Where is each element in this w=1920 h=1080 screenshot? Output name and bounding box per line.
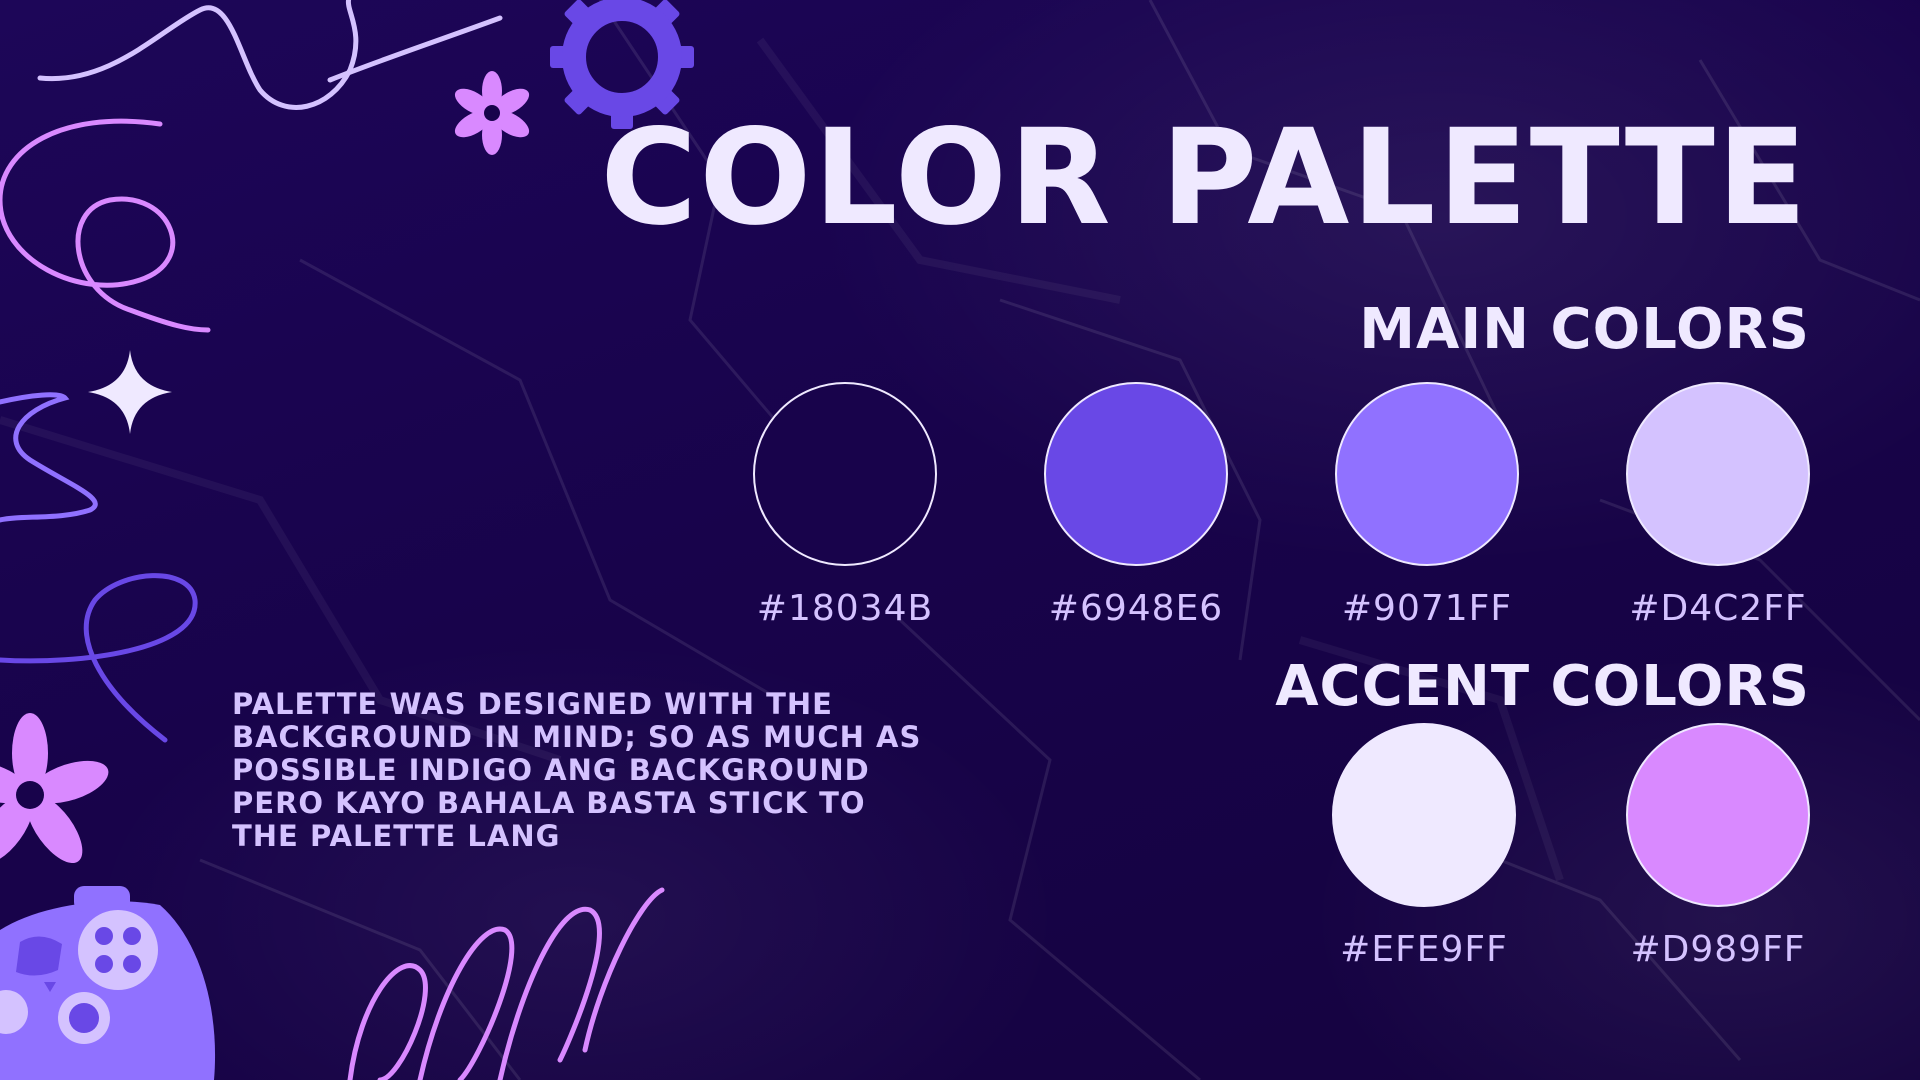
- swatch-hex-code: #6948E6: [1048, 588, 1224, 629]
- flower-icon: [454, 71, 530, 155]
- color-swatch: #D4C2FF: [1626, 382, 1810, 629]
- spiral-scribble-icon: [0, 118, 211, 333]
- color-swatch: #9071FF: [1335, 382, 1519, 629]
- color-swatch: #EFE9FF: [1332, 723, 1516, 970]
- swatch-hex-code: #D989FF: [1630, 929, 1806, 970]
- flower-icon: [0, 713, 109, 864]
- accent-colors-swatches: #EFE9FF #D989FF: [1332, 723, 1810, 970]
- squiggle-line-icon: [37, 0, 359, 110]
- sparkle-icon: [88, 350, 172, 434]
- swatch-hex-code: #EFE9FF: [1340, 929, 1508, 970]
- main-colors-heading: MAIN COLORS: [1359, 297, 1810, 362]
- main-colors-swatches: #18034B #6948E6 #9071FF #D4C2FF: [753, 382, 1810, 629]
- swatch-circle: [1044, 382, 1228, 566]
- swatch-circle: [1335, 382, 1519, 566]
- page-title: COLOR PALETTE: [600, 101, 1809, 255]
- swatch-hex-code: #D4C2FF: [1629, 588, 1807, 629]
- swatch-circle: [1626, 382, 1810, 566]
- swatch-hex-code: #9071FF: [1341, 588, 1513, 629]
- color-swatch: #6948E6: [1044, 382, 1228, 629]
- color-swatch: #18034B: [753, 382, 937, 629]
- spiral-scribble-icon: [347, 887, 665, 1080]
- palette-note: PALETTE WAS DESIGNED WITH THE BACKGROUND…: [232, 687, 922, 853]
- game-controller-icon: [0, 886, 216, 1080]
- squiggle-line-icon: [0, 392, 98, 523]
- color-swatch: #D989FF: [1626, 723, 1810, 970]
- swatch-circle: [1626, 723, 1810, 907]
- swatch-circle: [753, 382, 937, 566]
- swatch-circle: [1332, 723, 1516, 907]
- accent-colors-heading: ACCENT COLORS: [1275, 654, 1810, 719]
- slide: COLOR PALETTE MAIN COLORS #18034B #6948E…: [0, 0, 1920, 1080]
- swatch-hex-code: #18034B: [756, 588, 934, 629]
